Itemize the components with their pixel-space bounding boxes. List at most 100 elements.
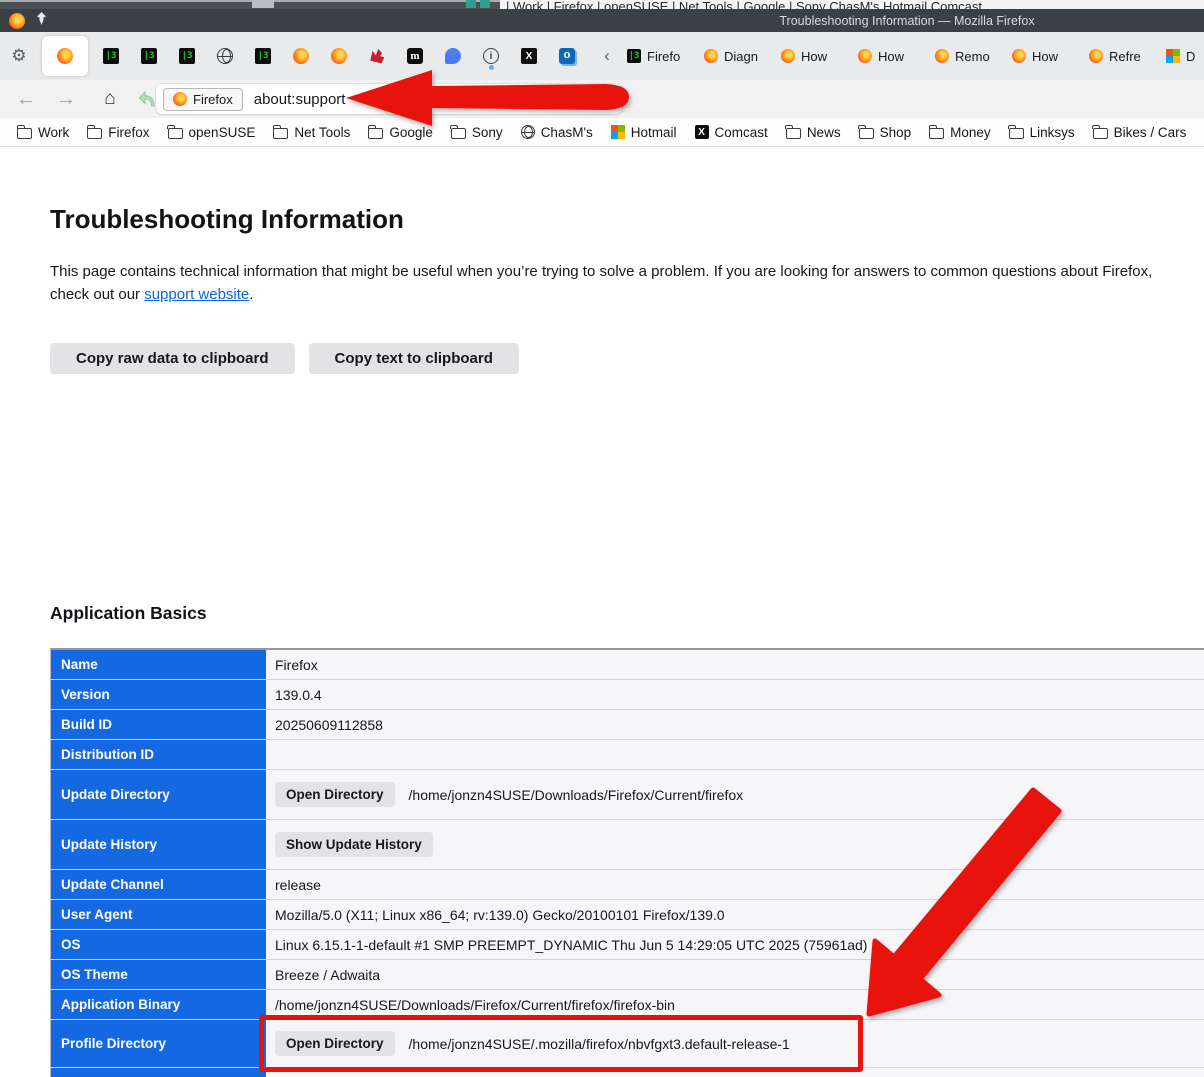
bookmark-item[interactable]: News — [786, 125, 841, 140]
bookmark-item[interactable]: Google — [368, 125, 433, 140]
folder-icon — [87, 128, 102, 139]
section-title: Application Basics — [50, 603, 207, 624]
row-value: 139.0.4 — [266, 680, 1204, 709]
home-icon[interactable]: ⌂ — [92, 80, 128, 118]
bookmark-item[interactable]: Comcast — [695, 125, 768, 140]
pinned-tab[interactable] — [92, 36, 130, 76]
bookmark-label: Sony — [472, 125, 503, 140]
folder-icon — [1093, 128, 1108, 139]
table-row: Update Directory Open Directory /home/jo… — [51, 770, 1204, 820]
bookmark-item[interactable]: ChasM's — [521, 125, 593, 140]
browser-tab[interactable]: How — [851, 36, 928, 76]
bookmark-label: Money — [950, 125, 991, 140]
firefox-icon — [293, 48, 309, 64]
bookmark-item[interactable]: openSUSE — [168, 125, 256, 140]
copy-raw-data-button[interactable]: Copy raw data to clipboard — [50, 343, 295, 374]
bookmark-item[interactable]: Money — [929, 125, 991, 140]
tab-title: D — [1186, 49, 1195, 64]
bookmark-item[interactable]: Work — [17, 125, 69, 140]
bookmark-item[interactable]: Firefox — [87, 125, 149, 140]
open-directory-button[interactable]: Open Directory — [275, 782, 395, 807]
pinned-tab[interactable] — [472, 36, 510, 76]
browser-tab[interactable]: D — [1159, 36, 1204, 76]
firefox-icon — [57, 48, 73, 64]
pinned-tab[interactable] — [548, 36, 586, 76]
site-identity-label: Firefox — [193, 92, 233, 107]
browser-tab[interactable]: Firefo — [620, 36, 697, 76]
pinned-tab[interactable] — [282, 36, 320, 76]
open-directory-button[interactable]: Show Update History — [275, 832, 433, 857]
microsoft-icon — [611, 125, 625, 139]
titlebar: Troubleshooting Information — Mozilla Fi… — [0, 9, 1204, 32]
bookmarks-toolbar: Work Firefox openSUSE Net Tools — [0, 118, 1204, 147]
tab-title: Firefo — [647, 49, 680, 64]
row-value: Open Directory /home/jonzn4SUSE/Download… — [266, 770, 1204, 819]
bookmark-label: Hotmail — [631, 125, 677, 140]
row-value: Show Update History — [266, 820, 1204, 869]
folder-icon — [451, 128, 466, 139]
row-value — [266, 1068, 1204, 1077]
bookmark-item[interactable]: Shop — [859, 125, 912, 140]
tab-title: Refre — [1109, 49, 1141, 64]
table-row: OS Linux 6.15.1-1-default #1 SMP PREEMPT… — [51, 930, 1204, 960]
bookmark-label: Google — [389, 125, 433, 140]
address-bar[interactable]: Firefox about:support — [156, 84, 622, 114]
info-icon — [483, 48, 499, 64]
row-header: OS — [51, 930, 266, 959]
firefox-icon — [331, 48, 347, 64]
browser-tab[interactable]: Diagn — [697, 36, 774, 76]
bookmark-item[interactable]: Sony — [451, 125, 503, 140]
pinned-tab[interactable] — [396, 36, 434, 76]
pinned-tab[interactable] — [42, 36, 88, 76]
pinned-tab[interactable] — [244, 36, 282, 76]
row-header: User Agent — [51, 900, 266, 929]
table-row: OS Theme Breeze / Adwaita — [51, 960, 1204, 990]
pinned-tab[interactable] — [358, 36, 396, 76]
pin-icon — [36, 12, 47, 30]
row-value: Mozilla/5.0 (X11; Linux x86_64; rv:139.0… — [266, 900, 1204, 929]
background-block — [252, 0, 274, 8]
row-value — [266, 740, 1204, 769]
pinned-tab[interactable] — [0, 36, 38, 76]
row-header: Build ID — [51, 710, 266, 739]
pinned-tab[interactable] — [434, 36, 472, 76]
bookmark-item[interactable]: Hotmail — [611, 125, 677, 140]
pinned-tab[interactable] — [510, 36, 548, 76]
terminal-icon — [627, 49, 641, 63]
bookmark-item[interactable]: Linksys — [1009, 125, 1075, 140]
bookmark-label: News — [807, 125, 841, 140]
browser-tab[interactable]: Refre — [1082, 36, 1159, 76]
url-text[interactable]: about:support — [254, 91, 346, 108]
site-identity-chip[interactable]: Firefox — [163, 88, 243, 111]
browser-tab[interactable]: How — [1005, 36, 1082, 76]
pinned-tab[interactable] — [206, 36, 244, 76]
gear-icon — [11, 48, 27, 64]
x-icon — [521, 48, 537, 64]
row-header: Update Directory — [51, 770, 266, 819]
pinned-tab[interactable] — [168, 36, 206, 76]
folder-icon — [368, 128, 383, 139]
support-website-link[interactable]: support website — [144, 286, 249, 303]
pinned-tab[interactable] — [320, 36, 358, 76]
row-header: Version — [51, 680, 266, 709]
pinned-tab[interactable] — [130, 36, 168, 76]
back-icon[interactable]: ← — [8, 80, 44, 118]
browser-tab[interactable]: How — [774, 36, 851, 76]
open-directory-button[interactable]: Open Directory — [275, 1031, 395, 1056]
bookmark-item[interactable]: Bikes / Cars — [1093, 125, 1187, 140]
table-row: User Agent Mozilla/5.0 (X11; Linux x86_6… — [51, 900, 1204, 930]
microsoft-icon — [1166, 49, 1180, 63]
folder-icon — [17, 128, 32, 139]
row-header: OS Theme — [51, 960, 266, 989]
table-row: Version 139.0.4 — [51, 680, 1204, 710]
folder-icon — [786, 128, 801, 139]
firefox-icon — [935, 49, 949, 63]
copy-text-button[interactable]: Copy text to clipboard — [309, 343, 519, 374]
row-value-text: Firefox — [275, 657, 318, 673]
x-icon — [695, 125, 709, 139]
forward-icon[interactable]: → — [48, 80, 84, 118]
scroll-tabs-left-button[interactable]: ‹ — [594, 36, 620, 76]
row-header: Application Binary — [51, 990, 266, 1019]
browser-tab[interactable]: Remo — [928, 36, 1005, 76]
bookmark-item[interactable]: Net Tools — [273, 125, 350, 140]
